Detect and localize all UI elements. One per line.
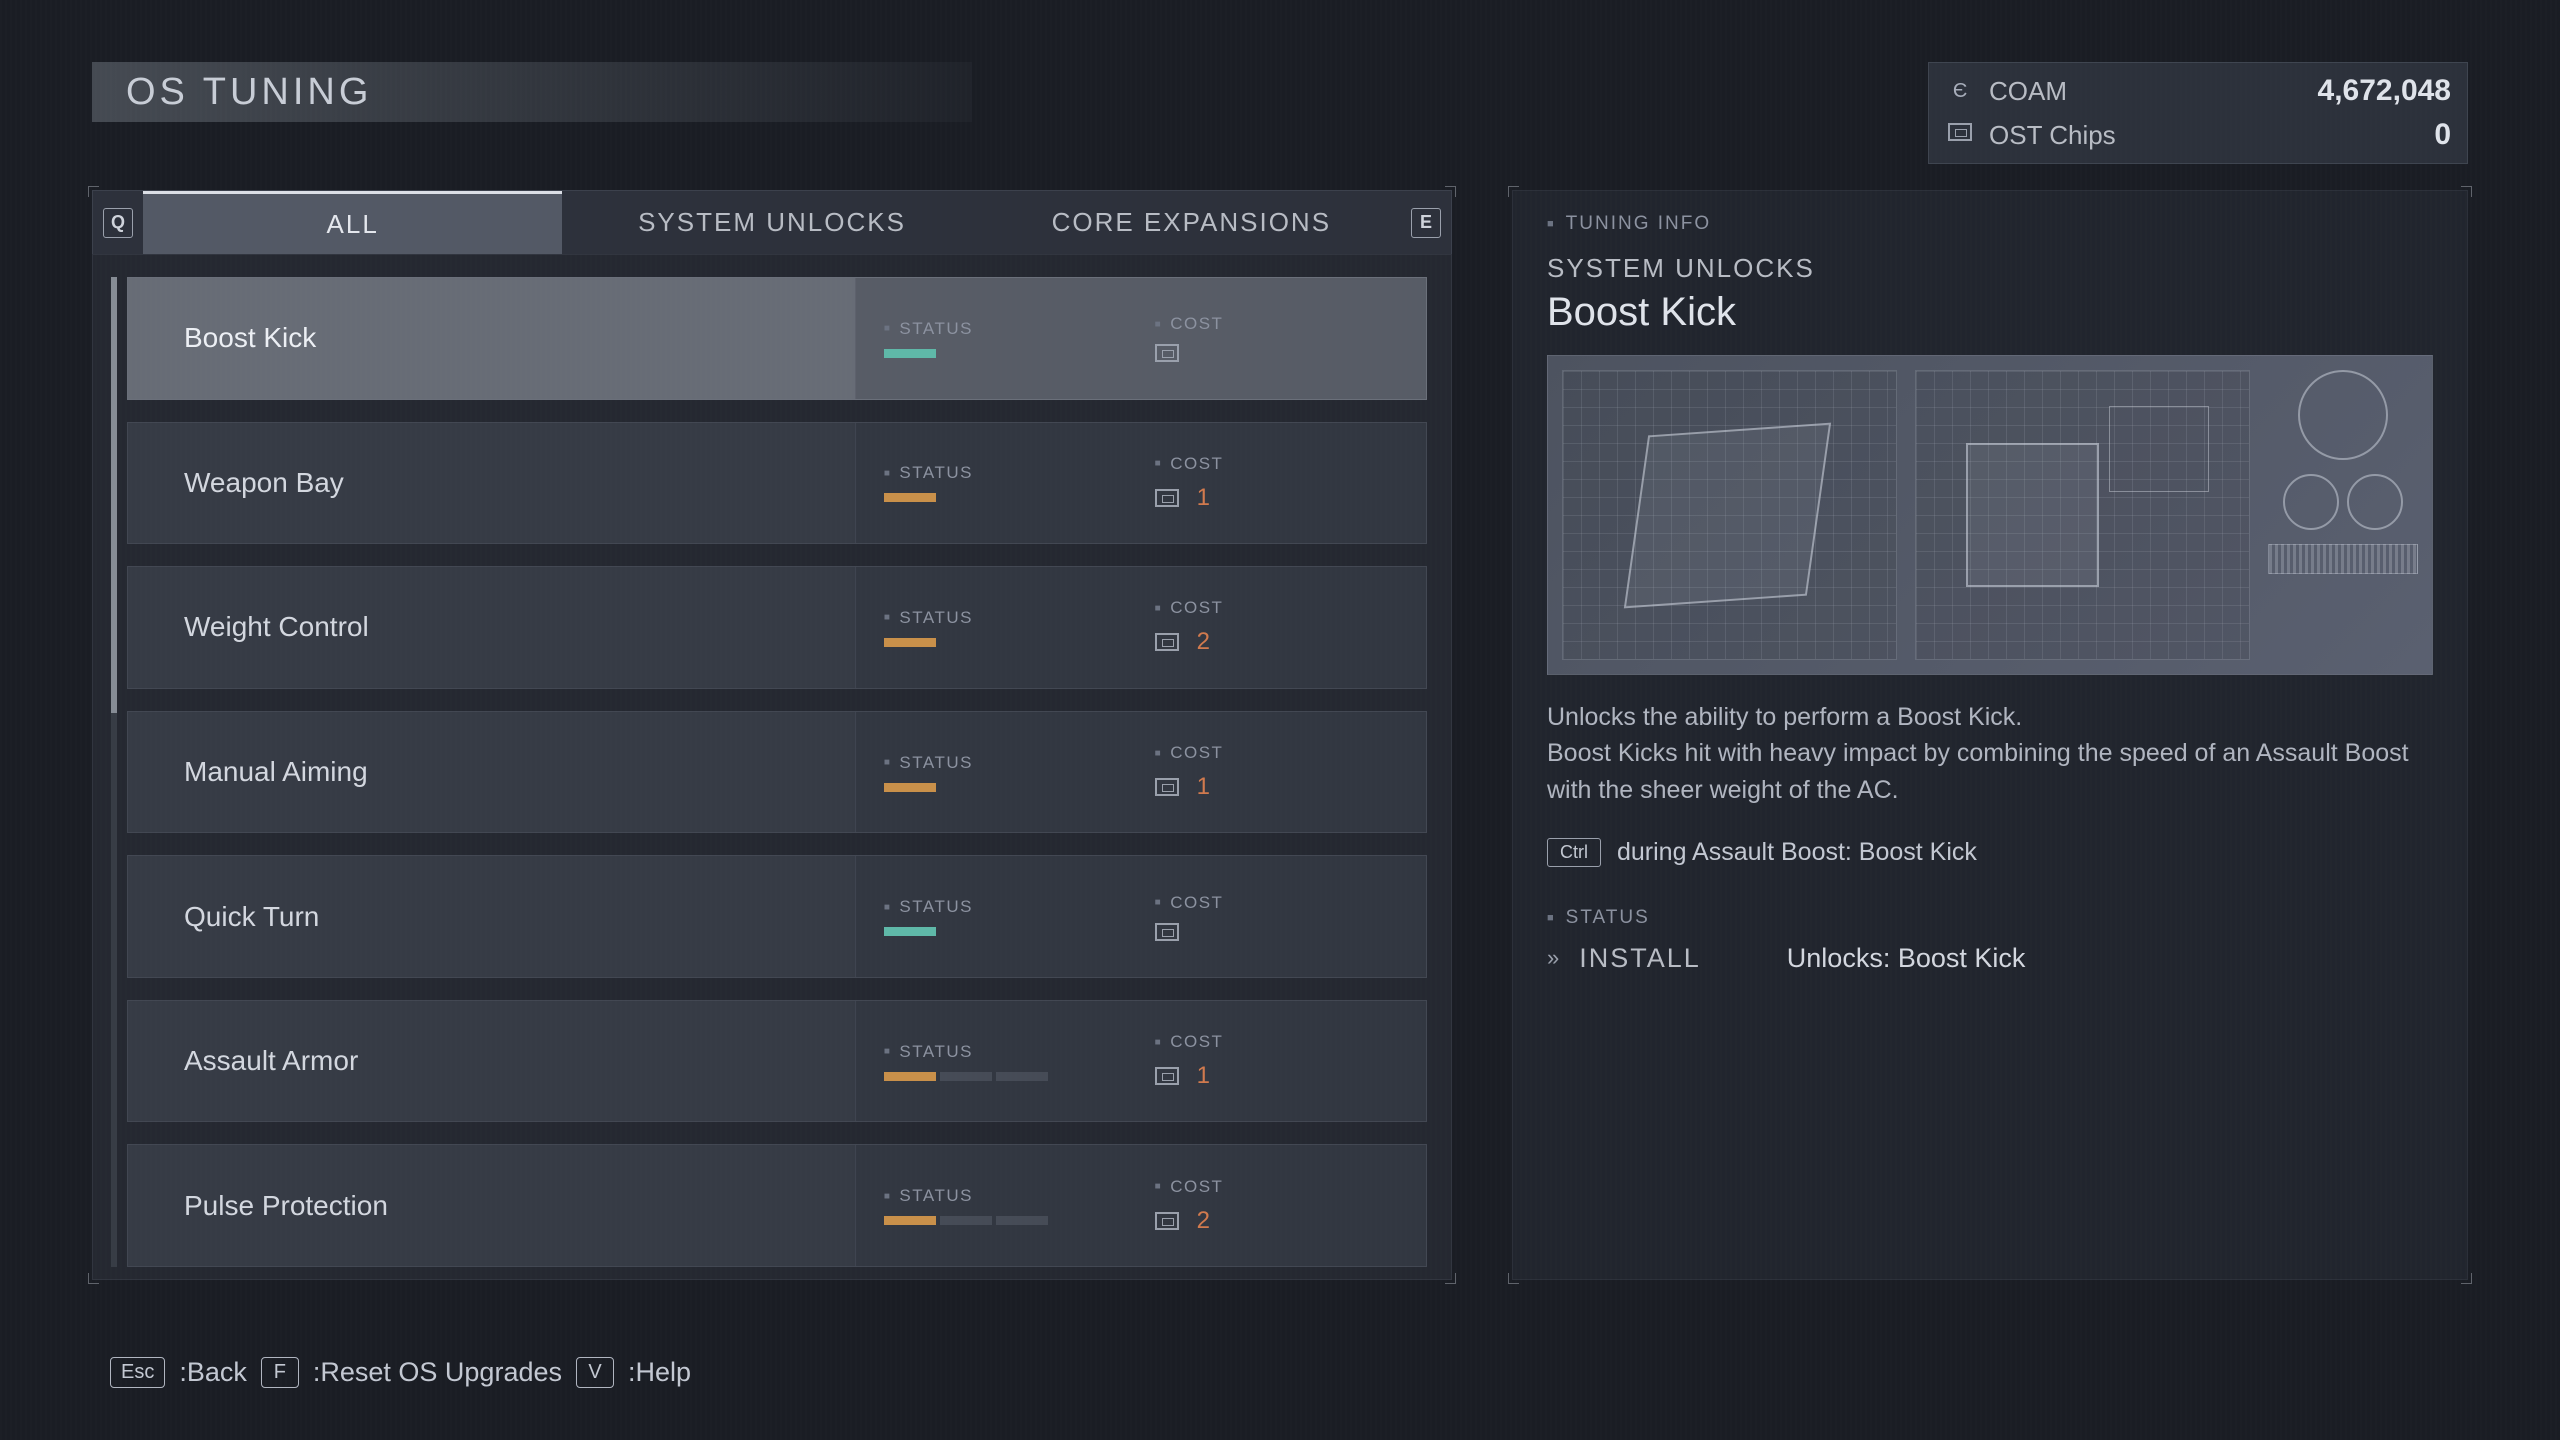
status-bar [884, 349, 1131, 358]
tuning-list-panel: Q ALLSYSTEM UNLOCKSCORE EXPANSIONS E Boo… [92, 190, 1452, 1280]
list-item[interactable]: Manual Aiming STATUS COST 1 [127, 711, 1427, 834]
status-label: STATUS [884, 1042, 1131, 1062]
tab-core-expansions[interactable]: CORE EXPANSIONS [982, 191, 1401, 254]
list-scrollbar[interactable] [111, 277, 117, 1267]
install-label: INSTALL [1579, 943, 1701, 974]
info-category: SYSTEM UNLOCKS [1547, 253, 2433, 284]
chip-icon [1155, 489, 1179, 507]
install-icon: » [1547, 945, 1553, 971]
tab-system-unlocks[interactable]: SYSTEM UNLOCKS [562, 191, 981, 254]
ctrl-key-icon: Ctrl [1547, 838, 1601, 867]
cost-label: COST [1155, 1177, 1224, 1197]
install-effect: Unlocks: Boost Kick [1787, 943, 2026, 974]
tab-next-key[interactable]: E [1411, 208, 1441, 238]
status-label: STATUS [884, 319, 1131, 339]
chips-value: 0 [2434, 118, 2451, 152]
coam-label: COAM [1989, 76, 2067, 107]
reset-key[interactable]: F [261, 1357, 299, 1388]
page-title: OS TUNING [126, 71, 372, 114]
list-item[interactable]: Pulse Protection STATUS COST 2 [127, 1144, 1427, 1267]
blueprint-image [1547, 355, 2433, 675]
status-bar [884, 927, 1131, 936]
chip-icon [1155, 633, 1179, 651]
chip-icon [1155, 1067, 1179, 1085]
status-bar [884, 493, 1131, 502]
cost-value: 1 [1197, 1062, 1210, 1090]
coam-icon: Є [1945, 80, 1975, 103]
category-tabs: Q ALLSYSTEM UNLOCKSCORE EXPANSIONS E [92, 190, 1452, 254]
list-item-name: Weight Control [128, 567, 855, 688]
status-bar [884, 1216, 1131, 1225]
cost-label: COST [1155, 743, 1224, 763]
status-label: STATUS [884, 608, 1131, 628]
status-label: STATUS [884, 463, 1131, 483]
list-item-name: Pulse Protection [128, 1145, 855, 1266]
status-bar [884, 638, 1131, 647]
help-label: :Help [628, 1357, 691, 1388]
list-item-name: Weapon Bay [128, 423, 855, 544]
cost-value: 1 [1197, 484, 1210, 512]
info-item-name: Boost Kick [1547, 290, 2433, 335]
help-key[interactable]: V [576, 1357, 614, 1388]
status-bar [884, 1072, 1131, 1081]
list-item[interactable]: Boost Kick STATUS COST [127, 277, 1427, 400]
info-description: Unlocks the ability to perform a Boost K… [1547, 699, 2433, 808]
chip-icon [1155, 344, 1179, 362]
cost-value: 1 [1197, 773, 1210, 801]
cost-label: COST [1155, 1032, 1224, 1052]
list-item[interactable]: Weight Control STATUS COST 2 [127, 566, 1427, 689]
cost-label: COST [1155, 454, 1224, 474]
chip-icon [1155, 923, 1179, 941]
list-item[interactable]: Quick Turn STATUS COST [127, 855, 1427, 978]
back-label: :Back [179, 1357, 247, 1388]
info-control-hint: Ctrl during Assault Boost: Boost Kick [1547, 838, 2433, 867]
chip-icon [1155, 778, 1179, 796]
list-item[interactable]: Assault Armor STATUS COST 1 [127, 1000, 1427, 1123]
status-label: STATUS [884, 753, 1131, 773]
cost-label: COST [1155, 893, 1224, 913]
coam-value: 4,672,048 [2318, 74, 2451, 108]
page-title-bar: OS TUNING [92, 62, 972, 122]
status-bar [884, 783, 1131, 792]
cost-value: 2 [1197, 628, 1210, 656]
info-control-text: during Assault Boost: Boost Kick [1617, 838, 1977, 867]
status-label: STATUS [884, 1186, 1131, 1206]
tab-prev-key[interactable]: Q [103, 208, 133, 238]
list-item-name: Quick Turn [128, 856, 855, 977]
chip-icon [1155, 1212, 1179, 1230]
tab-all[interactable]: ALL [143, 191, 562, 254]
tuning-info-panel: TUNING INFO SYSTEM UNLOCKS Boost Kick Un… [1512, 190, 2468, 1280]
cost-value: 2 [1197, 1207, 1210, 1235]
list-item-name: Manual Aiming [128, 712, 855, 833]
list-item[interactable]: Weapon Bay STATUS COST 1 [127, 422, 1427, 545]
footer-hints: Esc :Back F :Reset OS Upgrades V :Help [110, 1357, 691, 1388]
back-key[interactable]: Esc [110, 1357, 165, 1388]
currency-panel: Є COAM 4,672,048 OST Chips 0 [1928, 62, 2468, 164]
cost-label: COST [1155, 314, 1224, 334]
chips-label: OST Chips [1989, 120, 2116, 151]
status-label: STATUS [884, 897, 1131, 917]
list-item-name: Boost Kick [128, 278, 855, 399]
info-section-label: TUNING INFO [1547, 213, 2433, 235]
reset-label: :Reset OS Upgrades [313, 1357, 562, 1388]
list-item-name: Assault Armor [128, 1001, 855, 1122]
chip-icon [1945, 123, 1975, 147]
cost-label: COST [1155, 598, 1224, 618]
info-status-label: STATUS [1547, 907, 2433, 929]
